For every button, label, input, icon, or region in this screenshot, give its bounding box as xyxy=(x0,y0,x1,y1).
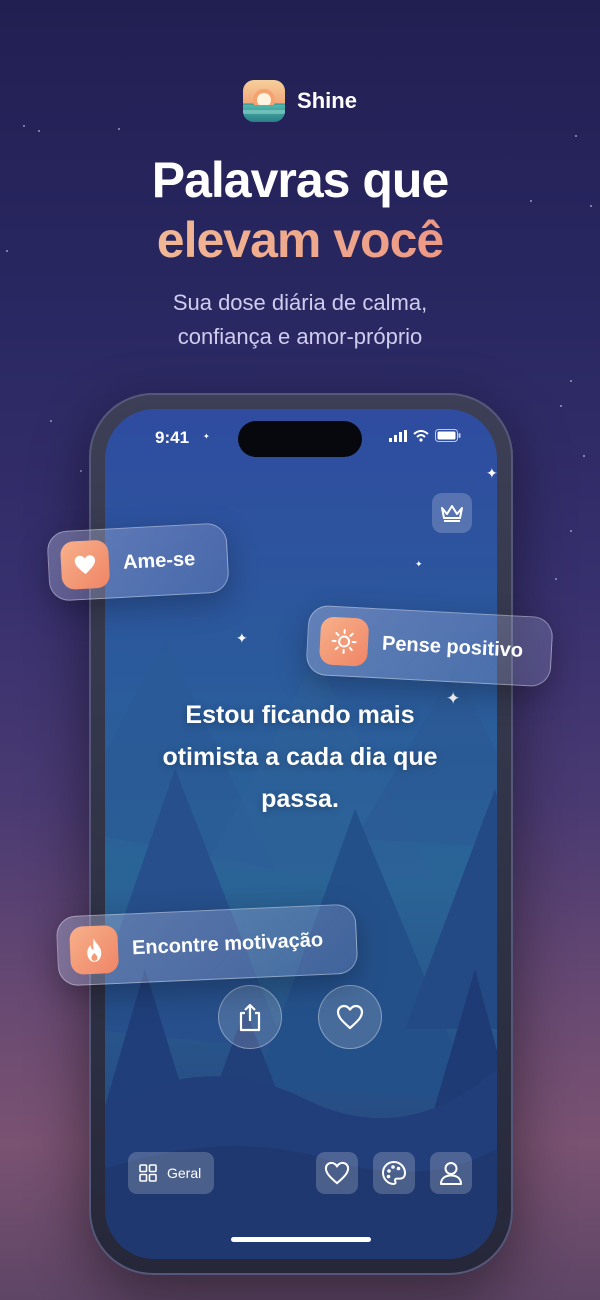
brand-name: Shine xyxy=(297,88,357,113)
app-logo-icon xyxy=(243,80,286,122)
palette-icon xyxy=(381,1160,407,1186)
wifi-icon xyxy=(413,429,429,442)
home-indicator xyxy=(231,1237,371,1242)
brand: Shine xyxy=(0,80,600,122)
crown-icon xyxy=(441,505,463,522)
sun-icon xyxy=(318,616,370,667)
sparkle-icon: ✦ xyxy=(203,432,210,441)
battery-icon xyxy=(435,429,461,442)
chip-think-positive: Pense positivo xyxy=(305,604,554,688)
chip-find-motivation: Encontre motivação xyxy=(55,903,359,987)
chip-love-label: Ame-se xyxy=(122,547,196,574)
category-label: Geral xyxy=(167,1165,202,1181)
heart-icon xyxy=(336,1004,364,1030)
signal-icon xyxy=(389,429,407,442)
favorites-tab-button[interactable] xyxy=(316,1152,358,1194)
headline-line-2: elevam você xyxy=(0,210,600,270)
status-icons xyxy=(389,429,461,442)
share-icon xyxy=(239,1003,261,1032)
headline: Palavras que elevam você xyxy=(0,150,600,270)
subtitle-line-1: Sua dose diária de calma, xyxy=(172,290,428,315)
sparkle-icon: ✦ xyxy=(486,466,498,482)
chip-motivation-label: Encontre motivação xyxy=(131,928,324,959)
dynamic-island xyxy=(238,421,362,457)
category-button[interactable]: Geral xyxy=(128,1152,214,1194)
chip-love-yourself: Ame-se xyxy=(46,522,230,602)
favorite-button[interactable] xyxy=(318,985,382,1049)
premium-button[interactable] xyxy=(432,493,472,533)
bottom-toolbar: Geral xyxy=(105,1152,497,1196)
headline-line-1: Palavras que xyxy=(151,152,450,208)
sparkle-icon: ✦ xyxy=(446,689,461,709)
themes-button[interactable] xyxy=(373,1152,415,1194)
user-icon xyxy=(440,1162,462,1185)
status-time: 9:41 xyxy=(155,428,190,447)
sparkle-icon: ✦ xyxy=(415,560,423,570)
profile-button[interactable] xyxy=(430,1152,472,1194)
grid-icon xyxy=(139,1164,157,1182)
affirmation-quote: Estou ficando mais otimista a cada dia q… xyxy=(162,701,438,813)
subtitle-line-2: confiança e amor-próprio xyxy=(177,324,423,349)
chip-positive-label: Pense positivo xyxy=(381,632,524,662)
heart-outline-icon xyxy=(324,1161,350,1185)
share-button[interactable] xyxy=(218,985,282,1049)
heart-filled-icon xyxy=(59,539,111,590)
flame-icon xyxy=(69,924,120,975)
subtitle: Sua dose diária de calma, confiança e am… xyxy=(0,286,600,354)
sparkle-icon: ✦ xyxy=(236,631,248,647)
